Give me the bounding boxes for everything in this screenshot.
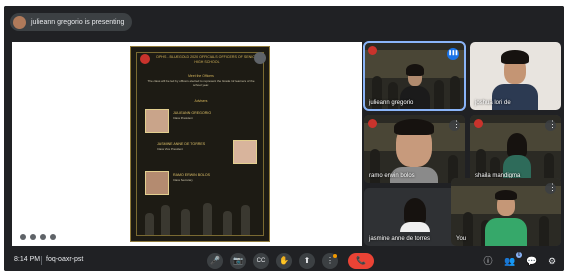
- person-photo-1: [145, 109, 169, 133]
- top-bar: julieann gregorio is presenting: [4, 6, 564, 36]
- people-count-badge: 6: [516, 252, 522, 258]
- clock: 8:14 PM: [14, 256, 41, 263]
- participant-name: You: [456, 236, 467, 242]
- slide-body: The class will be led by officers electe…: [147, 79, 255, 87]
- silhouette-decoration: [203, 203, 212, 235]
- silhouette-decoration: [145, 213, 154, 235]
- pin-icon[interactable]: [20, 234, 26, 240]
- slide-subheading: Meet the Officers: [188, 74, 214, 78]
- presentation-controls: [20, 234, 56, 240]
- silhouette-decoration: [161, 205, 170, 235]
- camera-badge-icon: [254, 52, 266, 64]
- hangup-button[interactable]: 📞: [348, 253, 374, 269]
- self-view-tile[interactable]: You: [451, 178, 561, 246]
- close-icon[interactable]: [40, 234, 46, 240]
- silhouette-decoration: [241, 205, 250, 235]
- participant-tile-5[interactable]: jasmine anne de torres: [364, 188, 465, 246]
- captions-button[interactable]: CC: [253, 253, 269, 269]
- more-options-icon[interactable]: [545, 182, 557, 194]
- silhouette-decoration: [223, 211, 232, 235]
- activities-icon[interactable]: ⚙: [546, 255, 558, 267]
- participant-tile-2[interactable]: joshua lori de: [470, 42, 561, 110]
- raise-hand-button[interactable]: ✋: [276, 253, 292, 269]
- participant-name: ramo erwin bolos: [369, 173, 415, 179]
- person-name-2: JASMINE ANNE DE TORRES: [157, 142, 206, 146]
- shared-slide: DPHS - BLUEGOLD 2020 OFFICIALS OFFICERS …: [130, 46, 270, 242]
- person-desc-2: Class Vice President: [157, 147, 183, 151]
- more-options-icon[interactable]: [545, 119, 557, 131]
- presenter-label: julieann gregorio is presenting: [31, 18, 125, 26]
- fullscreen-icon[interactable]: [30, 234, 36, 240]
- slide-heading: DPHS - BLUEGOLD 2020 OFFICIALS OFFICERS …: [156, 55, 258, 64]
- more-options-button[interactable]: ⋮: [322, 253, 338, 269]
- microphone-button[interactable]: 🎤: [207, 253, 223, 269]
- people-icon[interactable]: 👥: [504, 255, 516, 267]
- meet-window: julieann gregorio is presenting DPHS - B…: [4, 6, 564, 271]
- participant-tile-4[interactable]: shaila mandigma: [470, 115, 561, 183]
- slide-section-label: Advisers: [194, 99, 208, 103]
- school-logo: [474, 119, 483, 128]
- presenter-avatar: [13, 15, 26, 29]
- person-desc-1: Class President: [173, 116, 193, 120]
- silhouette-decoration: [181, 209, 190, 235]
- present-button[interactable]: ⬆: [299, 253, 315, 269]
- participant-name: jasmine anne de torres: [369, 236, 431, 242]
- participant-tile-3[interactable]: ramo erwin bolos: [364, 115, 465, 183]
- screenshot-frame: julieann gregorio is presenting DPHS - B…: [0, 0, 572, 277]
- presentation-stage: DPHS - BLUEGOLD 2020 OFFICIALS OFFICERS …: [12, 42, 362, 246]
- person-desc-3: Class Secretary: [173, 178, 193, 182]
- chat-icon[interactable]: 💬: [526, 255, 538, 267]
- more-icon[interactable]: [50, 234, 56, 240]
- info-icon[interactable]: ⓘ: [482, 255, 494, 267]
- meeting-code: foq-oaxr-pst: [46, 256, 84, 263]
- person-name-1: JULIEANN GREGORIO: [173, 111, 212, 115]
- person-photo-2: [233, 140, 257, 164]
- active-speaker-border: [363, 41, 466, 111]
- camera-button[interactable]: 📷: [230, 253, 246, 269]
- participant-name: joshua lori de: [475, 100, 511, 106]
- school-logo: [140, 54, 150, 64]
- school-logo: [368, 119, 377, 128]
- person-name-3: RAMO ERWIN BOLOS: [173, 173, 211, 177]
- divider: [41, 256, 42, 265]
- presenter-chip[interactable]: julieann gregorio is presenting: [10, 13, 133, 31]
- bottom-bar: 8:14 PM foq-oaxr-pst 🎤 📷 CC ✋ ⬆ ⋮ 📞 ⓘ 👥 …: [4, 250, 564, 271]
- more-options-icon[interactable]: [449, 119, 461, 131]
- person-photo-3: [145, 171, 169, 195]
